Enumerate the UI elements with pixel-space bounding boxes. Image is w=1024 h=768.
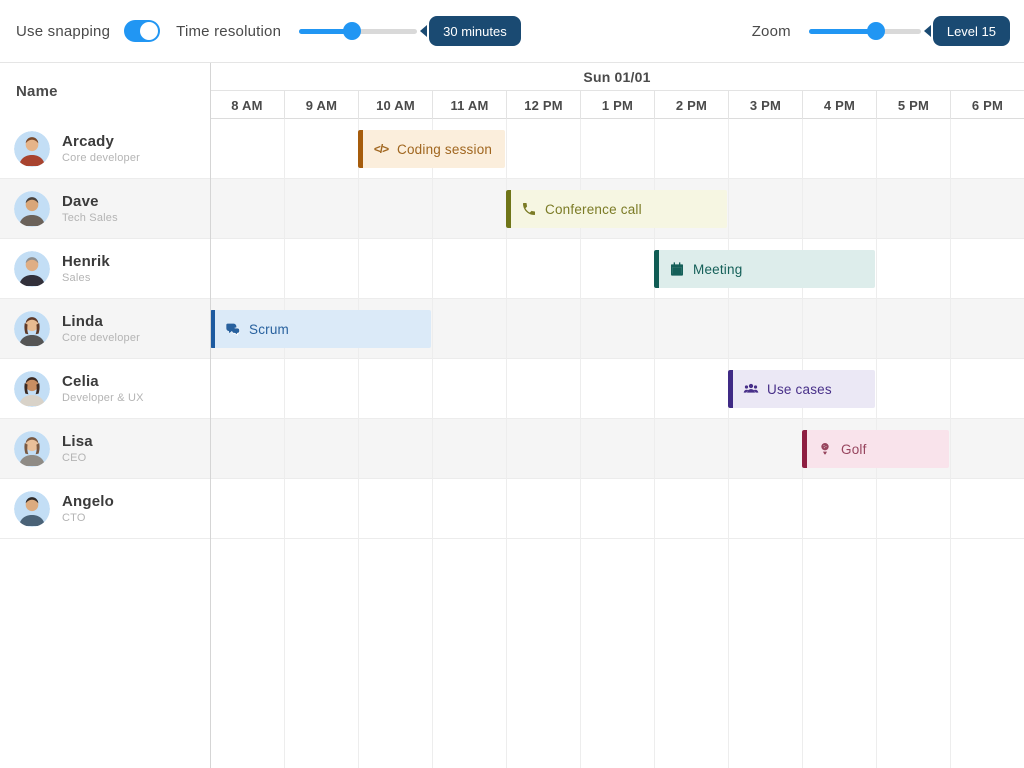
time-header-cell: 5 PM [876,91,950,119]
users-icon [743,381,759,397]
resource-row-angelo[interactable]: Angelo CTO [0,479,209,539]
zoom-value: Level 15 [947,24,996,39]
code-icon: </> [373,141,389,157]
resource-name: Celia [62,373,144,392]
resource-name: Angelo [62,493,114,512]
date-header-label: Sun 01/01 [583,69,650,85]
resource-role: Developer & UX [62,392,144,406]
resource-role: Core developer [62,332,140,346]
resource-name: Henrik [62,253,110,272]
hour-gridline [950,119,951,768]
time-resolution-label: Time resolution [176,23,281,40]
resource-role: Tech Sales [62,212,118,226]
resource-text: Angelo CTO [62,493,114,526]
time-resolution-value: 30 minutes [443,24,507,39]
resource-text: Dave Tech Sales [62,193,118,226]
event-label: Use cases [767,382,832,397]
time-header-cell: 9 AM [284,91,358,119]
name-header-label: Name [16,83,58,100]
use-snapping-label: Use snapping [16,23,110,40]
time-header-cell: 11 AM [432,91,506,119]
avatar [14,371,50,407]
event-color-strip [506,190,511,228]
event-use-cases[interactable]: Use cases [728,370,875,408]
hour-gridline [728,119,729,768]
resource-row-celia[interactable]: Celia Developer & UX [0,359,209,419]
resource-name: Linda [62,313,140,332]
event-color-strip [728,370,733,408]
time-resolution-slider-thumb[interactable] [343,22,361,40]
resource-text: Linda Core developer [62,313,140,346]
time-header-cell: 6 PM [950,91,1024,119]
zoom-slider-thumb[interactable] [867,22,885,40]
resource-text: Arcady Core developer [62,133,140,166]
resource-row-arcady[interactable]: Arcady Core developer [0,119,209,179]
avatar [14,131,50,167]
resource-role: CTO [62,512,114,526]
avatar [14,491,50,527]
schedule-body: Arcady Core developer Dave Tech Sales He… [0,119,1024,768]
event-label: Scrum [249,322,289,337]
event-meeting[interactable]: Meeting [654,250,875,288]
avatar [14,251,50,287]
event-scrum[interactable]: Scrum [210,310,431,348]
resource-text: Celia Developer & UX [62,373,144,406]
resource-role: Sales [62,272,110,286]
slider-fill [809,29,876,34]
event-label: Coding session [397,142,492,157]
event-label: Meeting [693,262,742,277]
time-resolution-slider[interactable] [299,21,417,41]
avatar [14,311,50,347]
event-golf[interactable]: Golf [802,430,949,468]
zoom-label: Zoom [752,23,791,40]
time-header-cell: 2 PM [654,91,728,119]
time-header-cell: 1 PM [580,91,654,119]
zoom-value-badge: Level 15 [933,16,1010,46]
resource-row-dave[interactable]: Dave Tech Sales [0,179,209,239]
resource-role: CEO [62,452,93,466]
resource-row-linda[interactable]: Linda Core developer [0,299,209,359]
scheduler-app: Use snapping Time resolution 30 minutes … [0,0,1024,768]
event-coding-session[interactable]: </> Coding session [358,130,505,168]
calendar-icon [669,261,685,277]
time-header-cell: 12 PM [506,91,580,119]
golf-icon [817,441,833,457]
time-header-cell: 3 PM [728,91,802,119]
time-axis-header: 8 AM9 AM10 AM11 AM12 PM1 PM2 PM3 PM4 PM5… [210,91,1024,119]
hour-gridline [432,119,433,768]
time-header-cell: 10 AM [358,91,432,119]
resource-row-henrik[interactable]: Henrik Sales [0,239,209,299]
hour-gridline [358,119,359,768]
resource-text: Henrik Sales [62,253,110,286]
resource-row-lisa[interactable]: Lisa CEO [0,419,209,479]
event-label: Conference call [545,202,642,217]
event-conference-call[interactable]: Conference call [506,190,727,228]
event-label: Golf [841,442,867,457]
phone-icon [521,201,537,217]
toolbar: Use snapping Time resolution 30 minutes … [0,0,1024,62]
toggle-knob [140,22,158,40]
time-header-cell: 4 PM [802,91,876,119]
use-snapping-toggle[interactable] [124,20,160,42]
hour-gridline [284,119,285,768]
time-resolution-value-badge: 30 minutes [429,16,521,46]
time-header-cell: 8 AM [210,91,284,119]
event-color-strip [802,430,807,468]
resource-name: Arcady [62,133,140,152]
resource-text: Lisa CEO [62,433,93,466]
panel-separator [210,63,211,768]
avatar [14,431,50,467]
event-color-strip [358,130,363,168]
zoom-slider[interactable] [809,21,921,41]
name-column-header: Name [0,63,210,119]
scheduler: Name Sun 01/01 8 AM9 AM10 AM11 AM12 PM1 … [0,62,1024,768]
avatar [14,191,50,227]
event-color-strip [654,250,659,288]
resource-role: Core developer [62,152,140,166]
resource-name: Lisa [62,433,93,452]
date-header: Sun 01/01 [210,63,1024,91]
resource-name: Dave [62,193,118,212]
chat-icon [225,321,241,337]
